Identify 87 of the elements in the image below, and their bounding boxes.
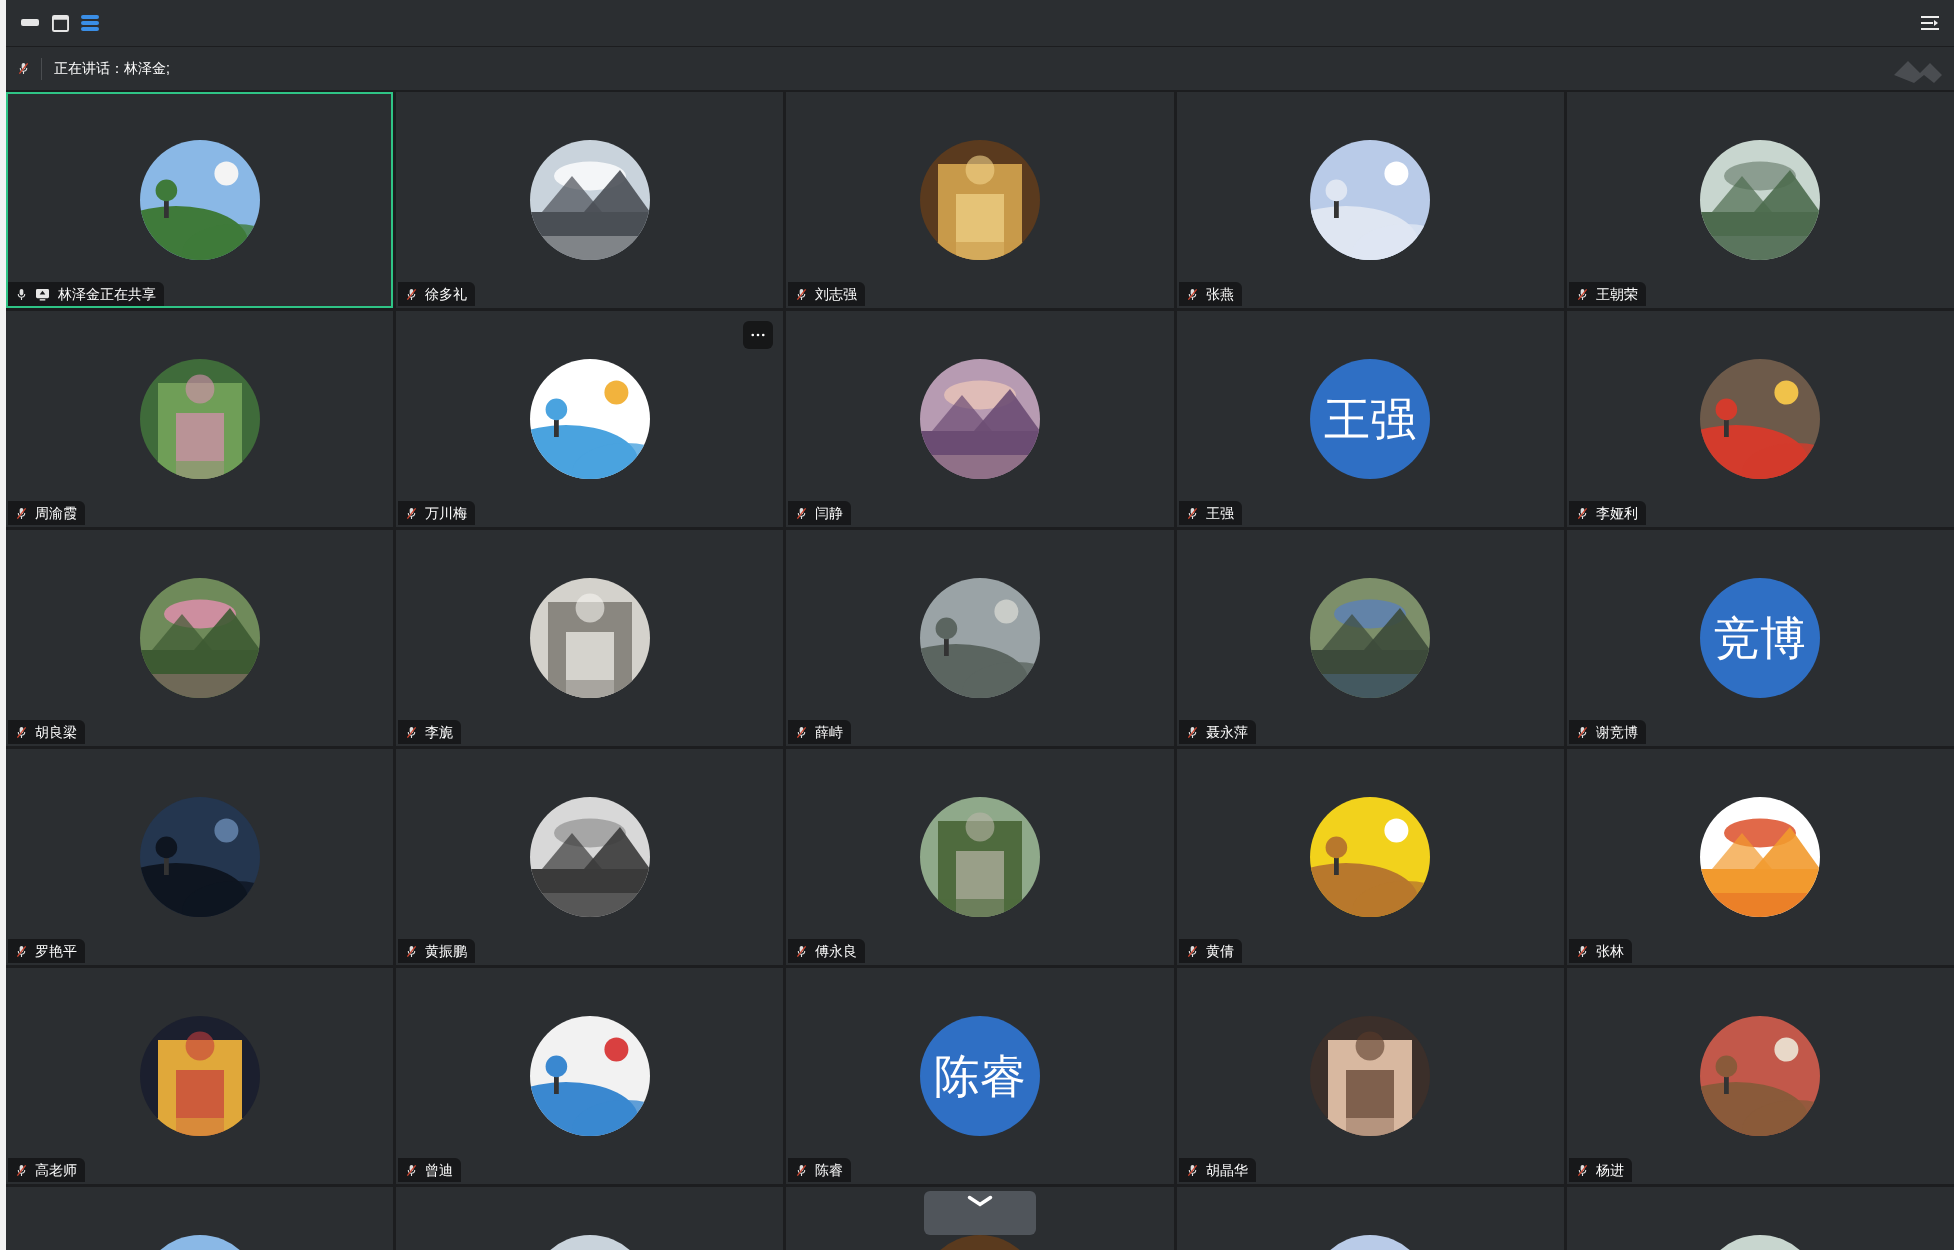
participant-name: 黄倩 — [1205, 941, 1234, 961]
participant-tile[interactable]: 杨进 — [1566, 968, 1954, 1184]
muted-mic-icon — [18, 62, 29, 75]
muted-mic-icon — [406, 1163, 418, 1177]
participant-tile[interactable]: 胡晶华 — [1176, 968, 1564, 1184]
muted-mic-icon — [1576, 944, 1588, 958]
initials-avatar: 陈睿 — [920, 1016, 1040, 1136]
participant-name: 谢竞博 — [1595, 722, 1638, 742]
mic-icon — [16, 287, 27, 301]
participant-name: 万川梅 — [425, 503, 468, 523]
participant-name: 张燕 — [1205, 284, 1234, 304]
participant-tile[interactable]: 陈睿 陈睿 — [786, 968, 1174, 1184]
muted-mic-icon — [406, 287, 418, 301]
participant-tile[interactable]: 胡良梁 — [6, 530, 394, 746]
participant-name: 闫静 — [815, 503, 844, 523]
more-icon — [751, 333, 766, 337]
muted-mic-icon — [1576, 1163, 1588, 1177]
speaking-status: 正在讲话：林泽金; — [54, 59, 170, 78]
minimize-icon — [21, 19, 39, 27]
participant-name: 陈睿 — [815, 1160, 844, 1180]
participant-tile[interactable]: 李娅利 — [1566, 311, 1954, 527]
participant-tile[interactable]: 曾迪 — [396, 968, 784, 1184]
muted-mic-icon — [1186, 725, 1198, 739]
muted-mic-icon — [1576, 506, 1588, 520]
panel-toggle-icon — [1921, 15, 1939, 31]
muted-mic-icon — [16, 1163, 27, 1177]
muted-mic-icon — [406, 506, 418, 520]
participant-name: 王强 — [1205, 503, 1234, 523]
participant-name: 林泽金正在共享 — [58, 284, 156, 304]
participant-name: 胡良梁 — [35, 722, 77, 742]
participant-tile[interactable]: 聂永萍 — [1176, 530, 1564, 746]
participant-name: 聂永萍 — [1205, 722, 1248, 742]
participant-name: 杨进 — [1595, 1160, 1624, 1180]
participant-tile[interactable]: 林泽金正在共享 — [6, 92, 394, 308]
participant-tile[interactable]: 张燕 — [1176, 92, 1564, 308]
chevron-icon — [966, 1195, 995, 1207]
participant-tile[interactable]: 傅永良 — [786, 749, 1174, 965]
participant-name: 曾迪 — [425, 1160, 454, 1180]
muted-mic-icon — [1576, 725, 1588, 739]
muted-mic-icon — [406, 725, 418, 739]
participant-tile[interactable]: 刘志强 — [786, 92, 1174, 308]
participant-name: 王朝荣 — [1595, 284, 1638, 304]
participant-tile[interactable]: 薛峙 — [786, 530, 1174, 746]
participant-name: 李娅利 — [1595, 503, 1638, 523]
participant-name: 高老师 — [35, 1160, 77, 1180]
participant-tile[interactable]: 黄振鹏 — [396, 749, 784, 965]
muted-mic-icon — [1186, 506, 1198, 520]
muted-mic-icon — [796, 944, 808, 958]
participant-name: 李旎 — [425, 722, 454, 742]
participant-name: 周渝霞 — [35, 503, 77, 523]
participant-name: 薛峙 — [815, 722, 844, 742]
muted-mic-icon — [406, 944, 418, 958]
participant-tile[interactable]: 罗艳平 — [6, 749, 394, 965]
muted-mic-icon — [1576, 287, 1588, 301]
initials-avatar: 王强 — [1310, 359, 1431, 479]
muted-mic-icon — [16, 944, 27, 958]
initials-avatar: 竞博 — [1700, 578, 1821, 698]
participant-tile[interactable]: 万川梅 — [396, 311, 784, 527]
muted-mic-icon — [796, 1163, 808, 1177]
participant-tile[interactable]: 高老师 — [6, 968, 394, 1184]
participant-tile[interactable]: 周渝霞 — [6, 311, 394, 527]
participant-tile[interactable]: 张林 — [1566, 749, 1954, 965]
muted-mic-icon — [16, 725, 27, 739]
muted-mic-icon — [1186, 287, 1198, 301]
muted-mic-icon — [1186, 1163, 1198, 1177]
participant-name: 傅永良 — [815, 941, 858, 961]
muted-mic-icon — [796, 725, 808, 739]
participant-name: 徐多礼 — [425, 284, 468, 304]
participant-name: 黄振鹏 — [425, 941, 468, 961]
participant-name: 罗艳平 — [35, 941, 77, 961]
muted-mic-icon — [796, 506, 808, 520]
participant-tile[interactable]: 黄倩 — [1176, 749, 1564, 965]
participant-name: 刘志强 — [815, 284, 858, 304]
muted-mic-icon — [796, 287, 808, 301]
participant-name: 张林 — [1595, 941, 1624, 961]
participant-tile[interactable]: 王强 王强 — [1176, 311, 1564, 527]
muted-mic-icon — [1186, 944, 1198, 958]
participant-tile[interactable]: 闫静 — [786, 311, 1174, 527]
participant-tile[interactable]: 王朝荣 — [1566, 92, 1954, 308]
collapse-button[interactable] — [924, 1191, 1037, 1235]
participant-tile[interactable]: 徐多礼 — [396, 92, 784, 308]
participant-tile[interactable]: 竞博 谢竞博 — [1566, 530, 1954, 746]
participant-name: 胡晶华 — [1205, 1160, 1248, 1180]
window-icon — [51, 14, 69, 32]
list-view-icon — [81, 14, 99, 32]
participant-tile[interactable]: 李旎 — [396, 530, 784, 746]
muted-mic-icon — [16, 506, 27, 520]
